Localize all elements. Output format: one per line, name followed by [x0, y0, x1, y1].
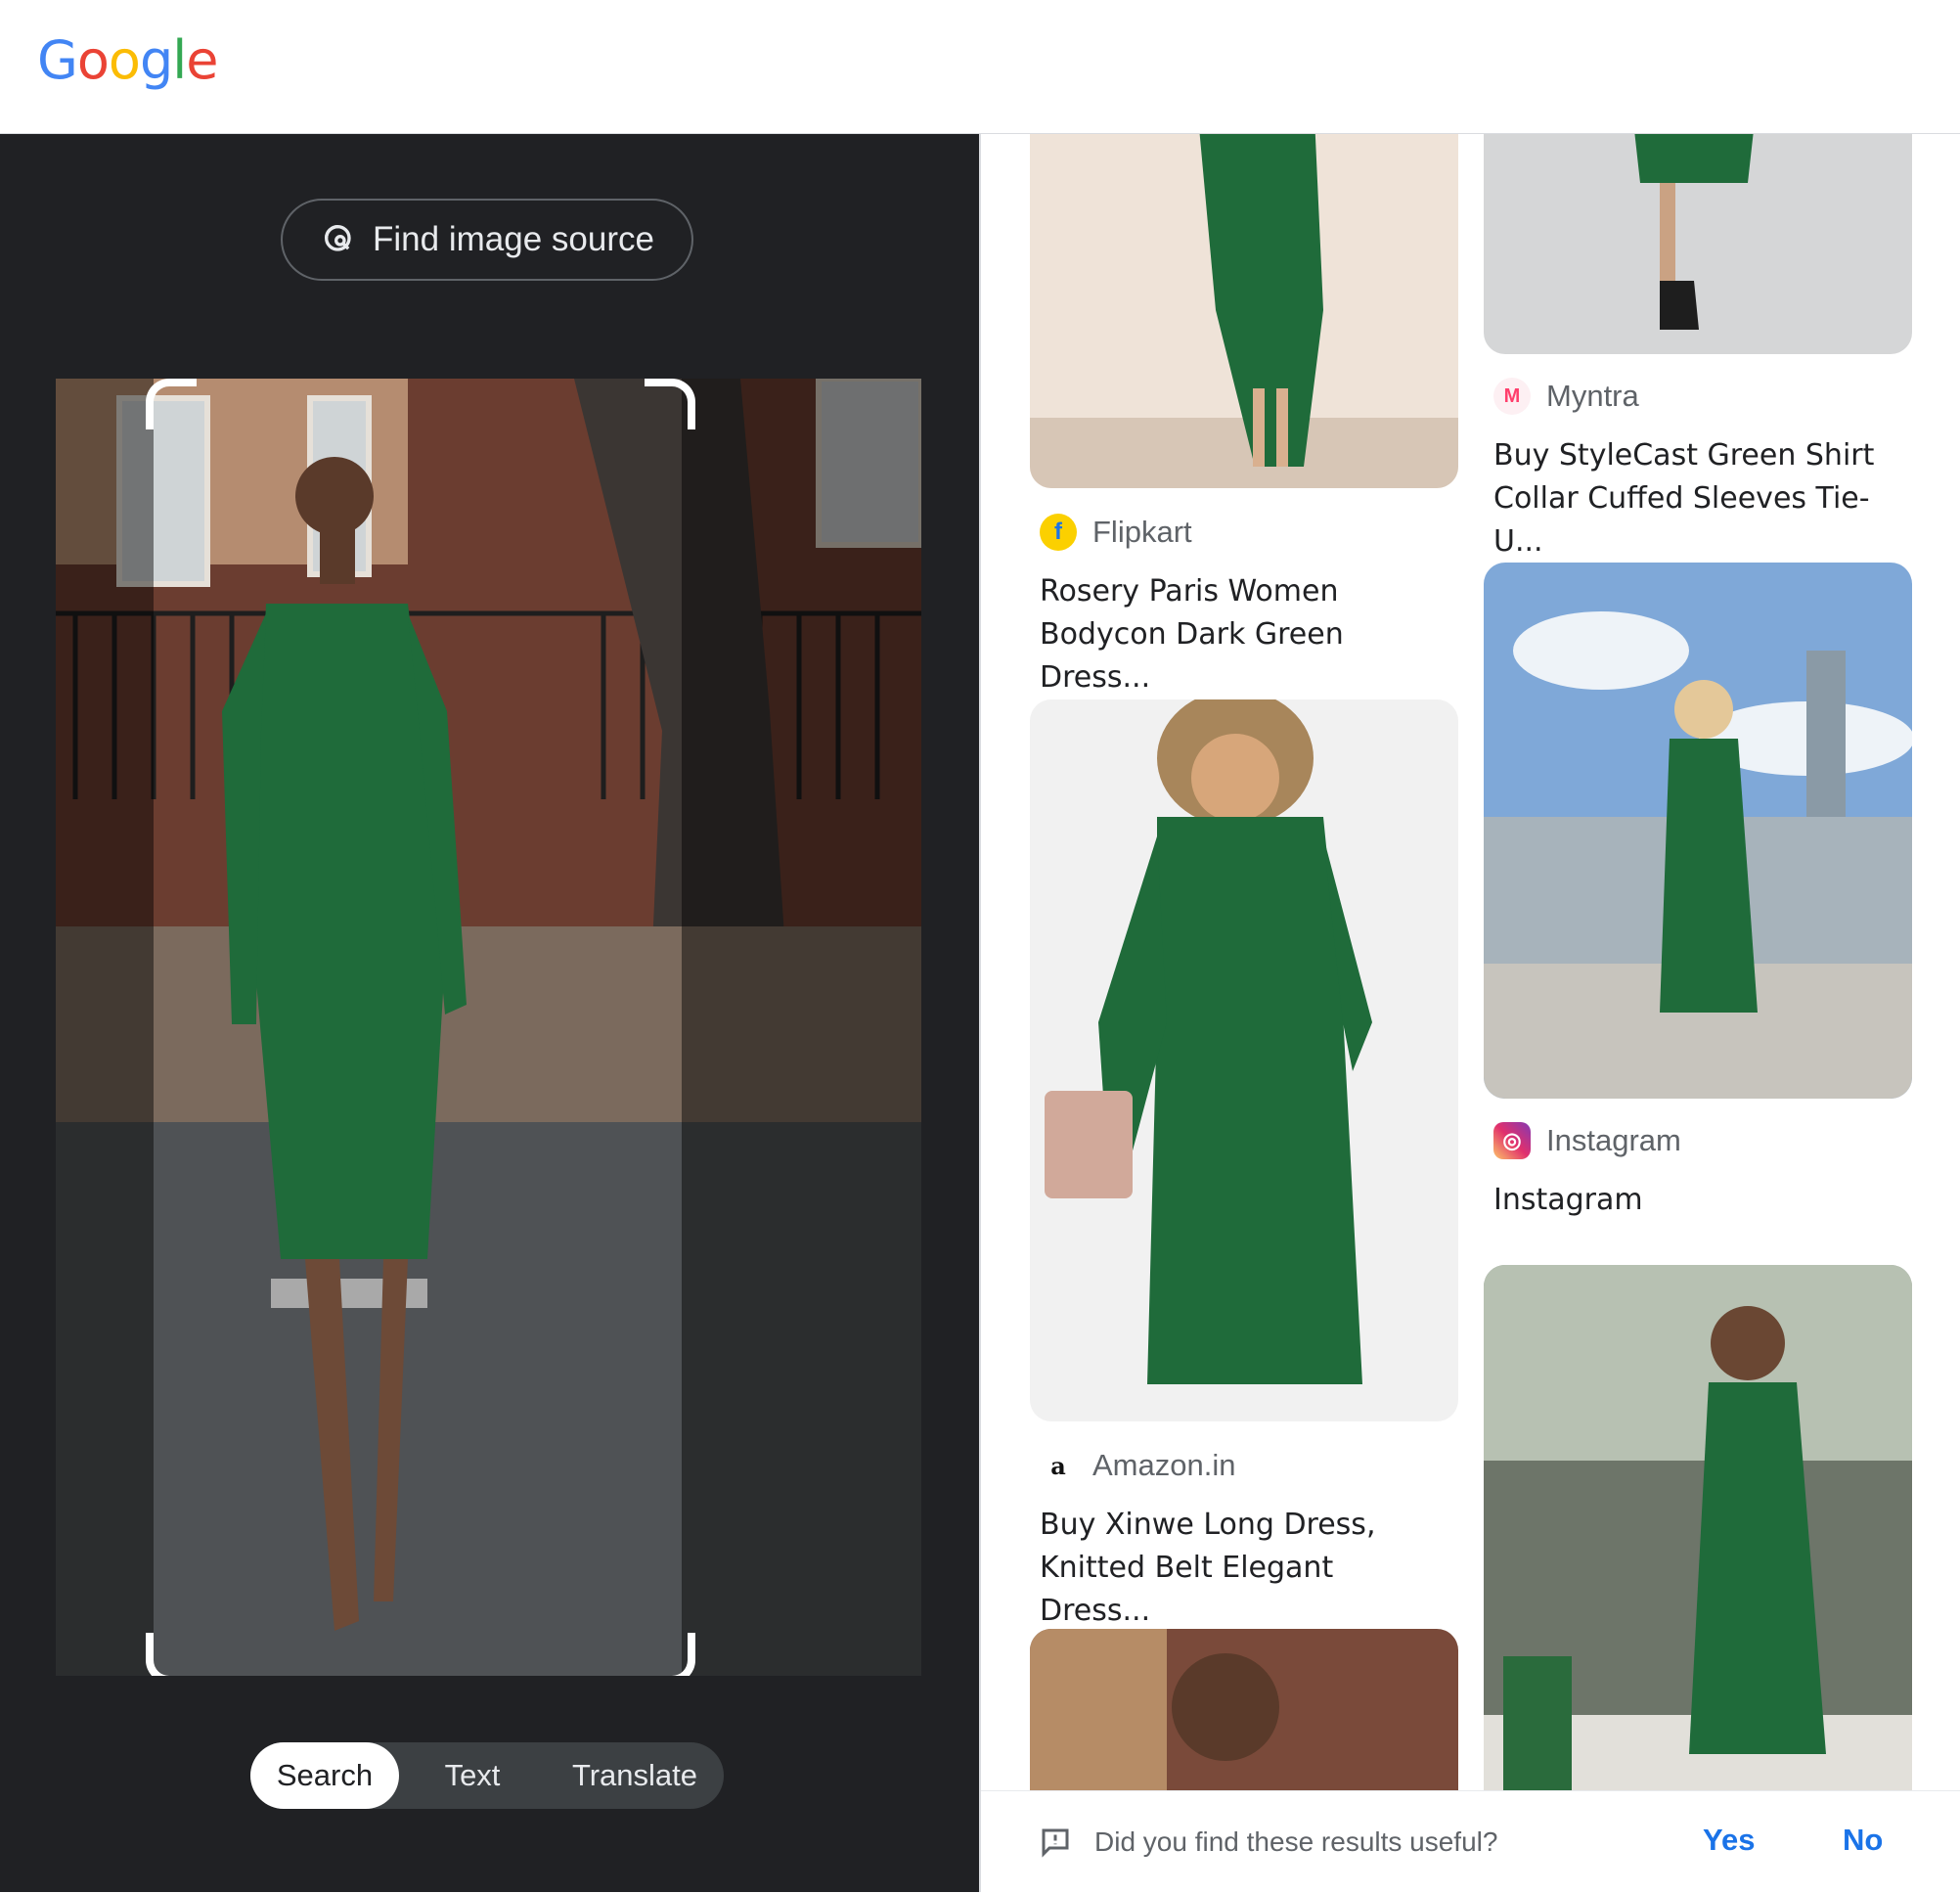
result-source[interactable]: f Flipkart: [1040, 514, 1192, 551]
google-logo[interactable]: Google: [37, 29, 218, 91]
source-name: Instagram: [1546, 1123, 1681, 1157]
result-source[interactable]: M Myntra: [1493, 378, 1639, 415]
dress-illustration: [1634, 134, 1754, 330]
result-thumbnail[interactable]: [1030, 134, 1458, 488]
tab-text[interactable]: Text: [399, 1742, 546, 1809]
crop-handle-bottom-left[interactable]: [146, 1633, 197, 1676]
result-thumbnail[interactable]: [1030, 699, 1458, 1421]
myntra-icon: M: [1493, 378, 1531, 415]
crop-handle-bottom-right[interactable]: [645, 1633, 695, 1676]
tab-translate[interactable]: Translate: [546, 1742, 724, 1809]
feedback-question: Did you find these results useful?: [1094, 1826, 1498, 1857]
logo-letter: o: [108, 29, 141, 91]
source-name: Flipkart: [1092, 515, 1192, 549]
result-title[interactable]: Buy StyleCast Green Shirt Collar Cuffed …: [1493, 434, 1904, 563]
instagram-icon: ◎: [1493, 1122, 1531, 1159]
feedback-bar: Did you find these results useful? Yes N…: [981, 1790, 1960, 1893]
source-name: Myntra: [1546, 379, 1639, 413]
feedback-no-button[interactable]: No: [1843, 1823, 1883, 1858]
result-thumbnail[interactable]: [1484, 134, 1912, 354]
dress-illustration: [1030, 134, 1458, 488]
result-thumbnail[interactable]: [1484, 563, 1912, 1099]
logo-letter: G: [37, 29, 78, 91]
amazon-icon: a: [1040, 1447, 1077, 1484]
visual-matches-panel: f Flipkart Rosery Paris Women Bodycon Da…: [981, 134, 1960, 1892]
query-image[interactable]: [56, 379, 921, 1676]
result-title[interactable]: Buy Xinwe Long Dress, Knitted Belt Elega…: [1040, 1504, 1450, 1633]
dress-illustration: [1484, 611, 1912, 1099]
logo-letter: e: [186, 29, 218, 91]
logo-letter: g: [139, 29, 173, 91]
crop-handle-top-right[interactable]: [645, 379, 695, 429]
dress-illustration: [1045, 699, 1372, 1384]
result-source[interactable]: a Amazon.in: [1040, 1447, 1235, 1484]
crop-shade-left: [56, 379, 154, 1676]
logo-letter: l: [172, 29, 187, 91]
lens-mode-selector: Search Text Translate: [250, 1742, 724, 1809]
result-title[interactable]: Rosery Paris Women Bodycon Dark Green Dr…: [1040, 570, 1450, 699]
feedback-yes-button[interactable]: Yes: [1703, 1823, 1755, 1858]
crop-handle-top-left[interactable]: [146, 379, 197, 429]
crop-shade-right: [682, 379, 921, 1676]
find-image-source-button[interactable]: Find image source: [281, 199, 693, 281]
tab-search[interactable]: Search: [250, 1742, 399, 1809]
find-image-source-label: Find image source: [373, 220, 654, 258]
logo-letter: o: [76, 29, 110, 91]
top-bar: Google: [0, 0, 1960, 134]
source-name: Amazon.in: [1092, 1448, 1236, 1482]
feedback-icon: [1042, 1828, 1069, 1858]
lens-image-panel: Find image source Search Text Translate: [0, 134, 981, 1892]
image-search-icon: [325, 225, 351, 251]
result-title[interactable]: Instagram: [1493, 1179, 1904, 1222]
result-source[interactable]: ◎ Instagram: [1493, 1122, 1681, 1159]
flipkart-icon: f: [1040, 514, 1077, 551]
